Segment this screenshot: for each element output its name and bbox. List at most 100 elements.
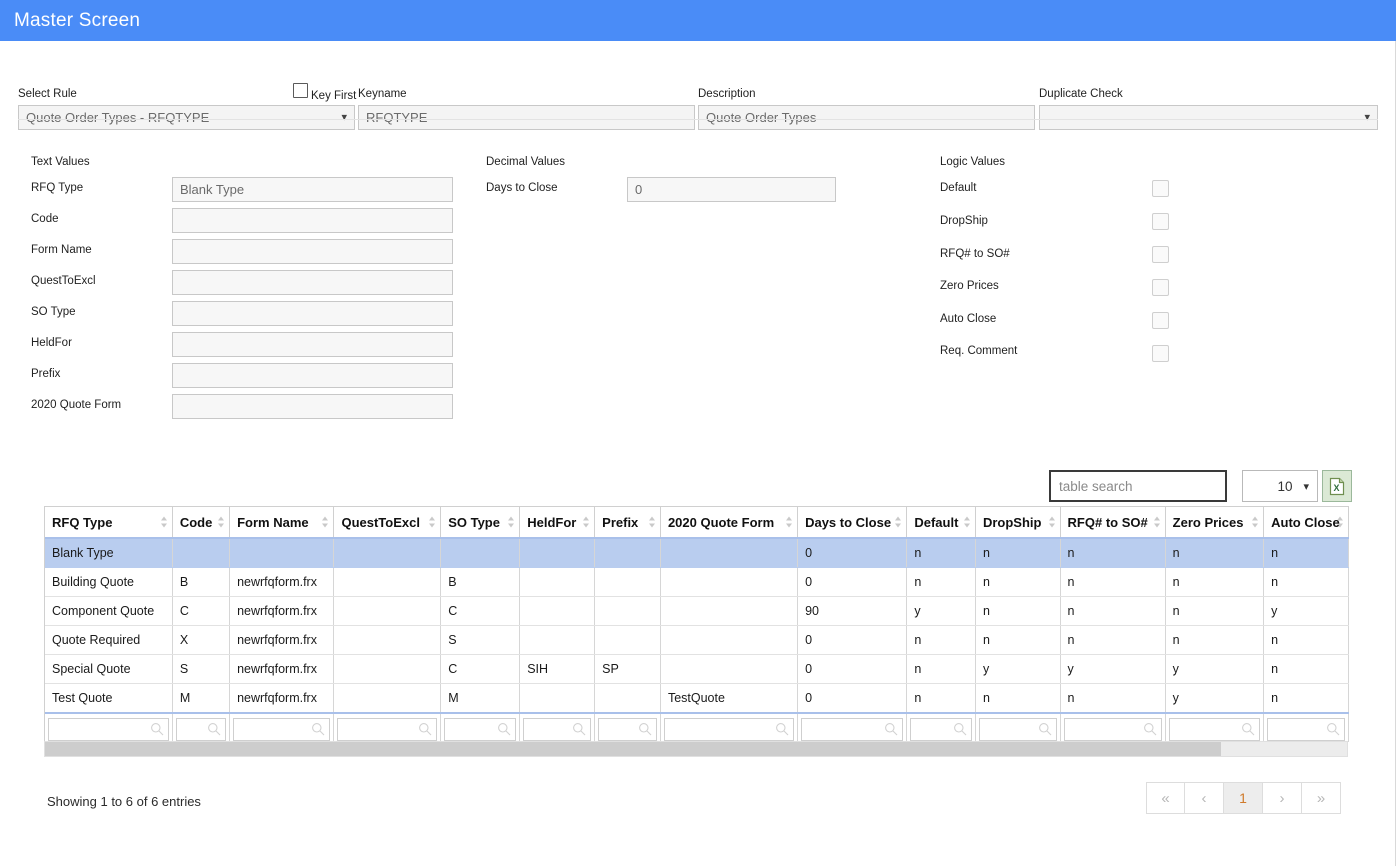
data-table-scroll-container[interactable]: RFQ Type Code Form Name QuestToExcl SO Type H… [44,506,1349,742]
column-filter-cell[interactable] [440,712,521,742]
table-cell: y [975,654,1061,684]
column-filter-input[interactable] [48,718,169,741]
pagination-label: « [1161,789,1170,807]
page-length-select[interactable]: 102550100 [1242,470,1318,502]
column-filter-input[interactable] [978,718,1057,741]
column-filter-input[interactable] [523,718,592,741]
table-cell: n [975,538,1061,568]
so-type-input[interactable] [172,301,453,326]
column-filter-cell[interactable] [797,712,908,742]
key-first-checkbox[interactable] [293,83,308,98]
rfq-to-so-label: RFQ# to SO# [940,248,1010,260]
table-cell: 0 [797,654,908,684]
table-cell: n [1060,538,1166,568]
keyname-input[interactable] [358,105,695,130]
scrollbar-thumb[interactable] [45,742,1221,756]
duplicate-check-label: Duplicate Check [1039,88,1123,100]
column-filter-input[interactable] [337,718,438,741]
column-filter-input[interactable] [1267,718,1345,741]
table-search-input[interactable] [1049,470,1227,502]
column-header-dropship[interactable]: DropShip [975,507,1061,539]
column-filter-cell[interactable] [594,712,661,742]
decimal-values-title: Decimal Values [486,156,566,168]
column-filter-cell[interactable] [906,712,976,742]
last-page-button[interactable]: » [1302,782,1341,814]
column-header-heldfor[interactable]: HeldFor [519,507,596,539]
first-page-button[interactable]: « [1146,782,1185,814]
column-filter-input[interactable] [233,718,331,741]
column-header-questtoexcl[interactable]: QuestToExcl [333,507,442,539]
table-row[interactable]: Test Quote Mnewrfqform.frx M TestQuote 0 n n n y… [45,683,1349,714]
prefix-input[interactable] [172,363,453,388]
description-input[interactable] [698,105,1035,130]
excel-export-button[interactable]: X [1322,470,1352,502]
next-page-button[interactable]: › [1263,782,1302,814]
table-cell: newrfqform.frx [229,654,335,684]
column-filter-cell[interactable] [975,712,1061,742]
column-header-days-to-close[interactable]: Days to Close [797,507,908,539]
sort-arrows-icon [1048,516,1055,528]
req-comment-checkbox[interactable] [1152,345,1169,362]
search-icon [639,723,652,736]
dropship-checkbox[interactable] [1152,213,1169,230]
page-1-button[interactable]: 1 [1224,782,1263,814]
column-filter-input[interactable] [910,718,972,741]
table-cell: B [440,567,521,597]
column-filter-input[interactable] [598,718,657,741]
quote-form-2020-input[interactable] [172,394,453,419]
questtoexcl-input[interactable] [172,270,453,295]
table-row[interactable]: Special Quote Snewrfqform.frx C SIH SP 0 n y y y n [45,654,1349,684]
sort-arrows-icon [1337,516,1343,528]
column-filter-cell[interactable] [1060,712,1166,742]
rfq-type-input[interactable] [172,177,453,202]
table-row[interactable]: Component Quote Cnewrfqform.frx C 90 y n n n y [45,596,1349,626]
heldfor-input[interactable] [172,332,453,357]
prev-page-button[interactable]: ‹ [1185,782,1224,814]
days-to-close-input[interactable] [627,177,836,202]
default-checkbox[interactable] [1152,180,1169,197]
column-filter-cell[interactable] [1165,712,1265,742]
column-filter-cell[interactable] [660,712,799,742]
column-filter-input[interactable] [175,718,227,741]
column-filter-cell[interactable] [45,712,173,742]
column-header-zero-prices[interactable]: Zero Prices [1165,507,1265,539]
column-header-2020-quote-form[interactable]: 2020 Quote Form [660,507,799,539]
column-header-rfq-to-so[interactable]: RFQ# to SO# [1060,507,1166,539]
column-filter-cell[interactable] [172,712,231,742]
form-name-input[interactable] [172,239,453,264]
column-header-default[interactable]: Default [906,507,976,539]
column-filter-input[interactable] [1063,718,1162,741]
column-filter-input[interactable] [444,718,517,741]
table-row[interactable]: Quote Required Xnewrfqform.frx S 0 n n n n n [45,625,1349,655]
table-cell [519,625,596,655]
column-header-form-name[interactable]: Form Name [229,507,335,539]
code-label: Code [31,213,59,225]
duplicate-check-dropdown[interactable] [1039,105,1378,130]
table-cell: n [1263,683,1349,714]
table-row[interactable]: Blank Type 0 n n n n n [45,538,1349,568]
quote-form-2020-label: 2020 Quote Form [31,399,122,411]
rfq-to-so-checkbox[interactable] [1152,246,1169,263]
table-cell [519,596,596,626]
select-rule-dropdown[interactable]: Quote Order Types - RFQTYPE [18,105,355,130]
auto-close-checkbox[interactable] [1152,312,1169,329]
column-header-code[interactable]: Code [172,507,231,539]
column-header-auto-close[interactable]: Auto Close [1263,507,1349,539]
sort-arrows-icon [508,516,515,528]
column-header-so-type[interactable]: SO Type [440,507,521,539]
column-header-prefix[interactable]: Prefix [594,507,661,539]
column-filter-input[interactable] [663,718,795,741]
column-filter-cell[interactable] [333,712,442,742]
column-filter-cell[interactable] [1263,712,1349,742]
code-input[interactable] [172,208,453,233]
column-header-rfq-type[interactable]: RFQ Type [45,507,173,539]
column-filter-cell[interactable] [519,712,596,742]
table-horizontal-scrollbar[interactable] [44,741,1348,757]
zero-prices-label: Zero Prices [940,280,999,292]
table-cell: n [1060,567,1166,597]
column-filter-input[interactable] [801,718,904,741]
zero-prices-checkbox[interactable] [1152,279,1169,296]
column-filter-cell[interactable] [229,712,335,742]
table-row[interactable]: Building Quote Bnewrfqform.frx B 0 n n n n n [45,567,1349,597]
column-filter-input[interactable] [1168,718,1261,741]
